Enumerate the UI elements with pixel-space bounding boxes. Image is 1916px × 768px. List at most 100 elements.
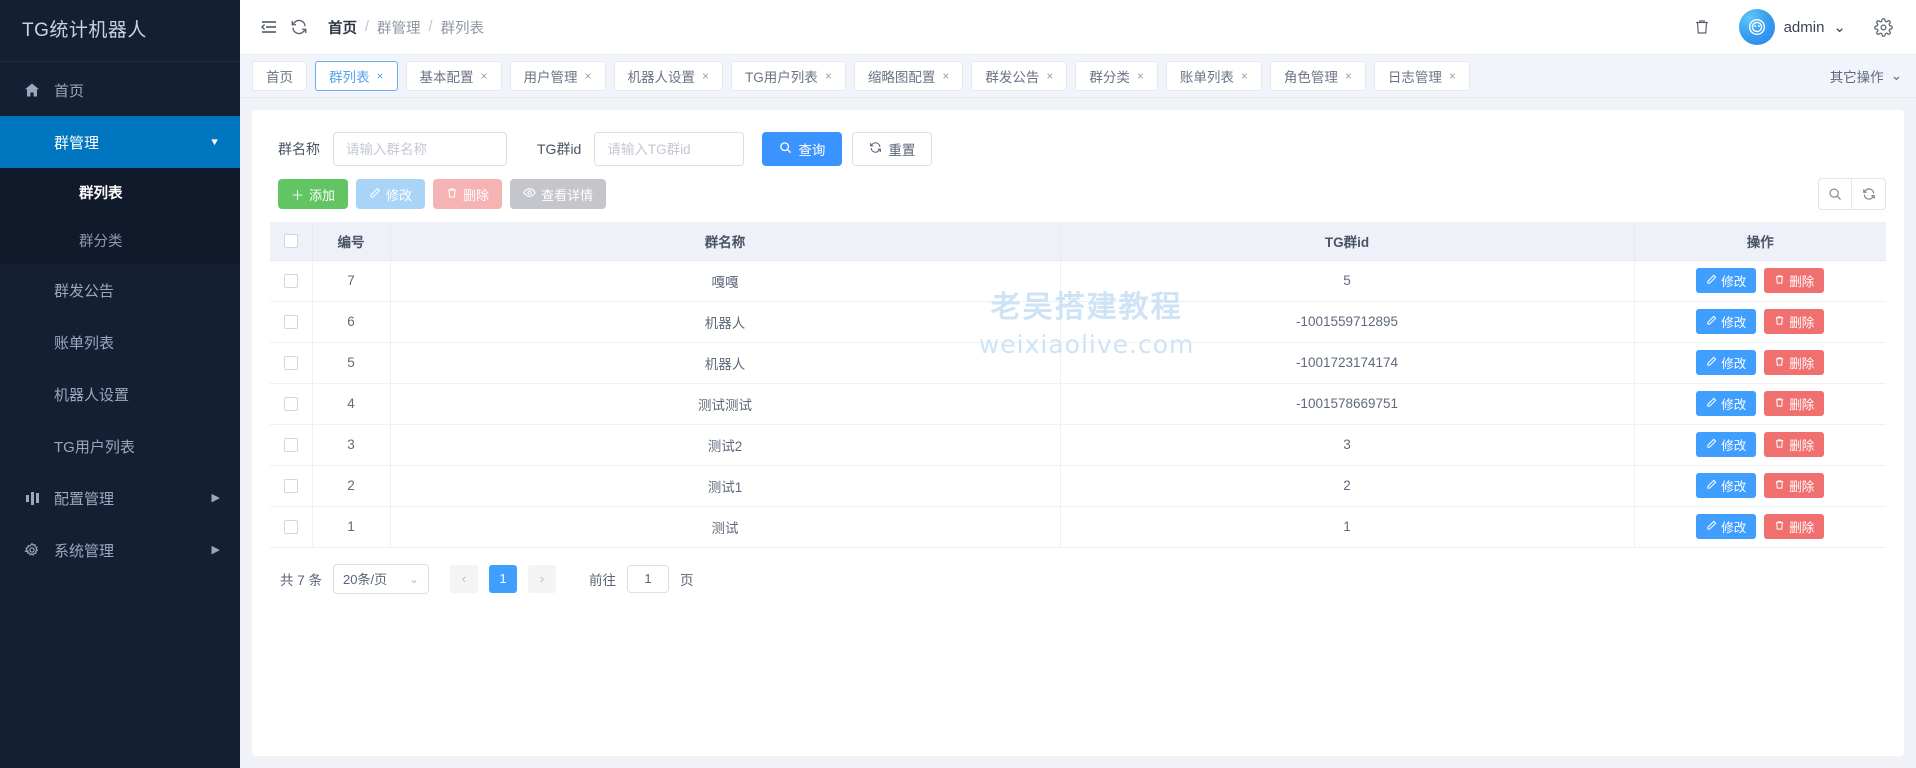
tab-home[interactable]: 首页 bbox=[252, 61, 307, 91]
close-icon[interactable]: × bbox=[585, 69, 592, 83]
breadcrumb-link-group-list[interactable]: 群列表 bbox=[441, 17, 485, 38]
row-edit-button[interactable]: 修改 bbox=[1696, 309, 1756, 334]
close-icon[interactable]: × bbox=[1345, 69, 1352, 83]
row-edit-button[interactable]: 修改 bbox=[1696, 432, 1756, 457]
row-delete-button[interactable]: 删除 bbox=[1764, 391, 1824, 416]
close-icon[interactable]: × bbox=[1046, 69, 1053, 83]
tab-tg-user-list[interactable]: TG用户列表 × bbox=[731, 61, 846, 91]
table-row[interactable]: 7 嘎嘎 5 修改 bbox=[270, 260, 1886, 301]
gear-icon[interactable] bbox=[1868, 12, 1898, 42]
close-icon[interactable]: × bbox=[1241, 69, 1248, 83]
row-checkbox[interactable] bbox=[284, 479, 298, 493]
trash-icon[interactable] bbox=[1687, 12, 1717, 42]
close-icon[interactable]: × bbox=[942, 69, 949, 83]
row-checkbox[interactable] bbox=[284, 274, 298, 288]
row-edit-button[interactable]: 修改 bbox=[1696, 268, 1756, 293]
table-row[interactable]: 5 机器人 -1001723174174 修改 bbox=[270, 342, 1886, 383]
tab-group-list[interactable]: 群列表 × bbox=[315, 61, 398, 91]
table-toolbar-right bbox=[1818, 178, 1886, 210]
row-delete-label: 删除 bbox=[1789, 394, 1814, 413]
tab-basic-config[interactable]: 基本配置 × bbox=[406, 61, 502, 91]
view-detail-button[interactable]: 查看详情 bbox=[510, 179, 606, 209]
sidebar-item-home[interactable]: 首页 bbox=[0, 64, 240, 116]
row-checkbox[interactable] bbox=[284, 438, 298, 452]
row-delete-button[interactable]: 删除 bbox=[1764, 309, 1824, 334]
table-row[interactable]: 4 测试测试 -1001578669751 修改 bbox=[270, 383, 1886, 424]
delete-button[interactable]: 删除 bbox=[433, 179, 502, 209]
row-checkbox[interactable] bbox=[284, 520, 298, 534]
tab-bill-list[interactable]: 账单列表 × bbox=[1166, 61, 1262, 91]
page-number-button[interactable]: 1 bbox=[489, 565, 517, 593]
collapse-menu-icon[interactable] bbox=[254, 12, 284, 42]
sidebar-item-broadcast[interactable]: 群发公告 bbox=[0, 264, 240, 316]
table-refresh-icon[interactable] bbox=[1852, 178, 1886, 210]
tab-broadcast[interactable]: 群发公告 × bbox=[971, 61, 1067, 91]
select-all-checkbox[interactable] bbox=[284, 234, 298, 248]
table-row[interactable]: 2 测试1 2 修改 bbox=[270, 465, 1886, 506]
row-delete-button[interactable]: 删除 bbox=[1764, 432, 1824, 457]
row-checkbox[interactable] bbox=[284, 356, 298, 370]
row-edit-button[interactable]: 修改 bbox=[1696, 350, 1756, 375]
row-operations: 修改 删除 bbox=[1634, 342, 1886, 383]
view-detail-button-label: 查看详情 bbox=[541, 185, 593, 204]
breadcrumb-link-group-management[interactable]: 群管理 bbox=[377, 17, 421, 38]
row-select-cell bbox=[270, 342, 312, 383]
row-delete-button[interactable]: 删除 bbox=[1764, 514, 1824, 539]
row-group-name: 测试2 bbox=[390, 424, 1060, 465]
column-search-icon[interactable] bbox=[1818, 178, 1852, 210]
prev-page-button[interactable]: ‹ bbox=[450, 565, 478, 593]
table-row[interactable]: 6 机器人 -1001559712895 修改 bbox=[270, 301, 1886, 342]
row-checkbox[interactable] bbox=[284, 315, 298, 329]
sidebar-item-bill-list[interactable]: 账单列表 bbox=[0, 316, 240, 368]
search-button[interactable]: 查询 bbox=[762, 132, 842, 166]
row-delete-button[interactable]: 删除 bbox=[1764, 268, 1824, 293]
close-icon[interactable]: × bbox=[481, 69, 488, 83]
tab-user-management[interactable]: 用户管理 × bbox=[510, 61, 606, 91]
row-edit-label: 修改 bbox=[1721, 271, 1746, 290]
close-icon[interactable]: × bbox=[1449, 69, 1456, 83]
column-header-group-name[interactable]: 群名称 bbox=[390, 222, 1060, 260]
tab-log-management[interactable]: 日志管理 × bbox=[1374, 61, 1470, 91]
add-button[interactable]: ＋ 添加 bbox=[278, 179, 348, 209]
other-operations-menu[interactable]: 其它操作 ⌄ bbox=[1816, 66, 1902, 86]
row-delete-button[interactable]: 删除 bbox=[1764, 473, 1824, 498]
edit-button[interactable]: 修改 bbox=[356, 179, 425, 209]
next-page-button[interactable]: › bbox=[528, 565, 556, 593]
page-size-select[interactable]: 20条/页 ⌄ bbox=[333, 564, 429, 594]
reset-button[interactable]: 重置 bbox=[852, 132, 932, 166]
refresh-icon[interactable] bbox=[284, 12, 314, 42]
column-header-tg-group-id[interactable]: TG群id bbox=[1060, 222, 1634, 260]
row-delete-button[interactable]: 删除 bbox=[1764, 350, 1824, 375]
row-edit-button[interactable]: 修改 bbox=[1696, 473, 1756, 498]
row-edit-button[interactable]: 修改 bbox=[1696, 514, 1756, 539]
page-unit-label: 页 bbox=[680, 569, 694, 589]
group-name-input[interactable] bbox=[333, 132, 507, 166]
sidebar-subitem-group-list[interactable]: 群列表 bbox=[0, 168, 240, 216]
table-row[interactable]: 3 测试2 3 修改 bbox=[270, 424, 1886, 465]
sidebar-item-group-management[interactable]: 群管理 ▼ bbox=[0, 116, 240, 168]
goto-page-input[interactable] bbox=[627, 565, 669, 593]
tg-group-id-input[interactable] bbox=[594, 132, 744, 166]
user-menu[interactable]: admin ⌄ bbox=[1739, 9, 1846, 45]
column-header-id[interactable]: 编号 bbox=[312, 222, 390, 260]
tab-role-management[interactable]: 角色管理 × bbox=[1270, 61, 1366, 91]
sidebar-item-config-management[interactable]: 配置管理 ▶ bbox=[0, 472, 240, 524]
tab-group-category[interactable]: 群分类 × bbox=[1075, 61, 1158, 91]
close-icon[interactable]: × bbox=[825, 69, 832, 83]
row-checkbox[interactable] bbox=[284, 397, 298, 411]
tab-label: TG用户列表 bbox=[745, 66, 818, 86]
sidebar-subitem-group-category[interactable]: 群分类 bbox=[0, 216, 240, 264]
table-row[interactable]: 1 测试 1 修改 bbox=[270, 506, 1886, 547]
row-edit-button[interactable]: 修改 bbox=[1696, 391, 1756, 416]
close-icon[interactable]: × bbox=[702, 69, 709, 83]
close-icon[interactable]: × bbox=[1137, 69, 1144, 83]
tab-label: 首页 bbox=[266, 66, 293, 86]
sidebar-item-system-management[interactable]: 系统管理 ▶ bbox=[0, 524, 240, 576]
sidebar-item-tg-user-list[interactable]: TG用户列表 bbox=[0, 420, 240, 472]
add-button-label: 添加 bbox=[309, 185, 335, 204]
tab-bot-settings[interactable]: 机器人设置 × bbox=[614, 61, 724, 91]
sidebar-item-bot-settings[interactable]: 机器人设置 bbox=[0, 368, 240, 420]
close-icon[interactable]: × bbox=[377, 69, 384, 83]
trash-icon bbox=[446, 187, 458, 202]
tab-thumbnail-config[interactable]: 缩略图配置 × bbox=[854, 61, 964, 91]
